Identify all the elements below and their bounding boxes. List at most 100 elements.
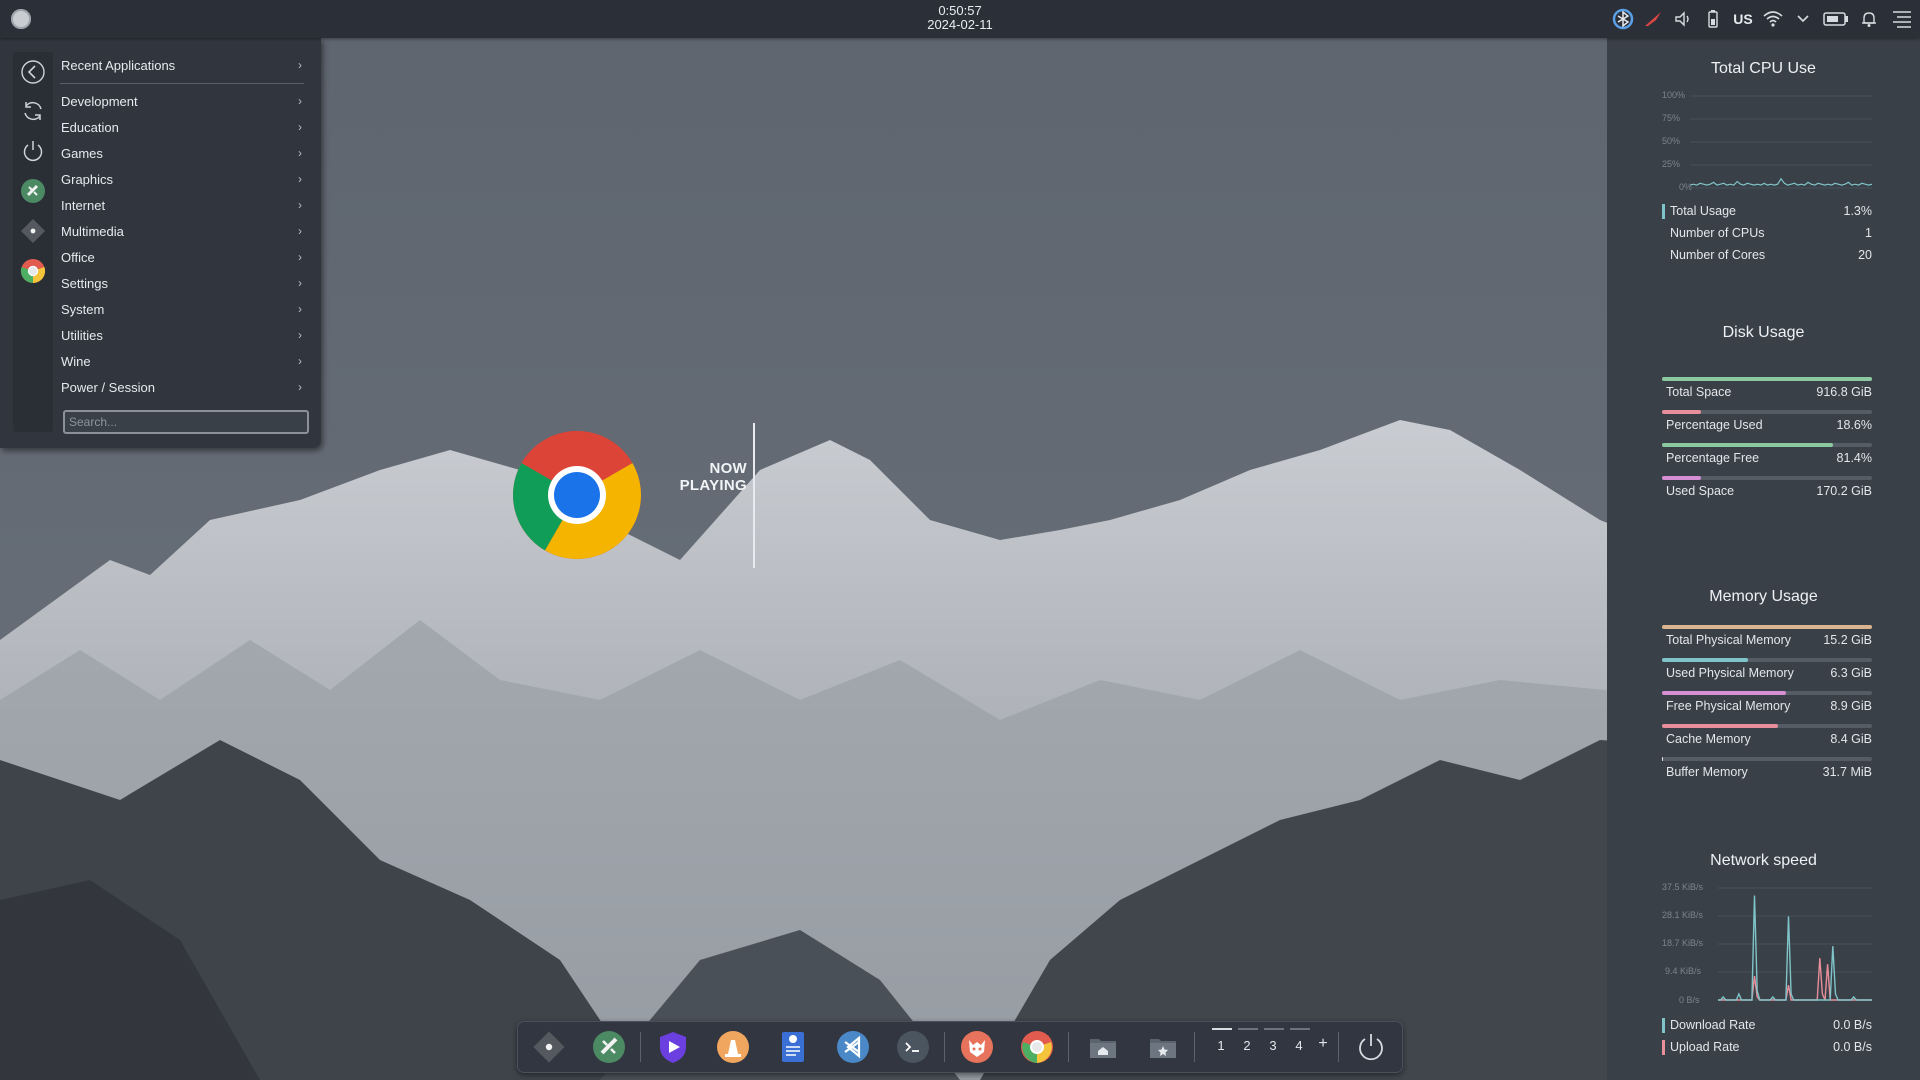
battery-icon[interactable] [1818,0,1854,38]
menu-item-graphics[interactable]: Graphics › [54,166,306,192]
memory-title: Memory Usage [1709,588,1818,605]
stat-label: Number of Cores [1670,248,1766,262]
stat-value: 8.4 GiB [1830,732,1872,746]
app-grey-icon[interactable] [18,216,48,246]
keyboard-layout[interactable]: US [1728,0,1758,38]
workspace-3[interactable]: 3 [1264,1038,1282,1053]
network-history-graph [1718,887,1872,1001]
menu-item-label: Utilities [61,327,103,343]
stat-label: Percentage Used [1666,418,1763,432]
app-green-icon[interactable] [592,1030,626,1064]
cpu-graph: 100% 75% 50% 25% 0% [1662,90,1872,192]
home-folder-icon[interactable] [1086,1030,1120,1064]
stat-label: Total Physical Memory [1666,633,1792,647]
notifications-icon[interactable] [1854,0,1884,38]
starred-folder-icon[interactable] [1146,1030,1180,1064]
menu-item-settings[interactable]: Settings › [54,270,306,296]
battery-device-icon[interactable] [1698,0,1728,38]
menu-item-internet[interactable]: Internet › [54,192,306,218]
vlc-icon[interactable] [716,1030,750,1064]
memory-bar-fill [1662,625,1872,629]
menu-search-input[interactable] [63,410,309,434]
workspace-1[interactable]: 1 [1212,1038,1230,1053]
menu-item-system[interactable]: System › [54,296,306,322]
menu-item-label: System [61,301,105,317]
back-icon[interactable] [18,57,48,87]
menu-item-label: Development [61,93,138,109]
network-row-download: Download Rate 0.0 B/s [1662,1018,1872,1034]
menu-item-label: Multimedia [61,223,124,239]
stat-value: 1 [1865,226,1872,240]
menu-item-wine[interactable]: Wine › [54,348,306,374]
now-playing-label: NOW PLAYING [680,460,747,494]
memory-row: Buffer Memory 31.7 MiB [1662,765,1872,781]
cpu-axis-label: 75% [1662,113,1681,123]
disk-row: Total Space 916.8 GiB [1662,385,1872,401]
menu-item-development[interactable]: Development › [54,88,306,114]
chrome-icon[interactable] [18,256,48,286]
dock-separator [1194,1032,1195,1062]
stat-label: Used Space [1666,484,1735,498]
memory-row: Cache Memory 8.4 GiB [1662,732,1872,748]
terminal-icon[interactable] [896,1030,930,1064]
memory-row: Used Physical Memory 6.3 GiB [1662,666,1872,682]
clock[interactable]: 0:50:57 2024-02-11 [880,4,1040,32]
power-icon[interactable] [18,136,48,166]
disk-bar-fill [1662,377,1872,381]
wifi-icon[interactable] [1758,0,1788,38]
chevron-down-icon[interactable] [1788,0,1818,38]
menu-item-label: Recent Applications [61,57,176,73]
cpu-axis-label: 100% [1662,90,1686,100]
menu-item-education[interactable]: Education › [54,114,306,140]
power-icon[interactable] [1354,1030,1388,1064]
menu-item-power-session[interactable]: Power / Session › [54,374,306,400]
chrome-icon[interactable] [1020,1030,1054,1064]
chrome-icon[interactable] [512,430,642,560]
bluetooth-icon[interactable] [1608,0,1638,38]
menu-item-office[interactable]: Office › [54,244,306,270]
launcher-button[interactable] [11,9,31,29]
menu-item-utilities[interactable]: Utilities › [54,322,306,348]
menu-item-multimedia[interactable]: Multimedia › [54,218,306,244]
app-green-icon[interactable] [18,176,48,206]
menu-item-label: Wine [61,353,91,369]
menu-item-label: Office [61,249,95,265]
workspace-2[interactable]: 2 [1238,1038,1256,1053]
text-editor-icon[interactable] [776,1030,810,1064]
refresh-icon[interactable] [18,96,48,126]
network-title: Network speed [1710,852,1817,869]
app-grey-icon[interactable] [532,1030,566,1064]
stat-label: Total Space [1666,385,1732,399]
firefox-icon[interactable] [960,1030,994,1064]
stat-label: Free Physical Memory [1666,699,1791,713]
stat-value: 81.4% [1836,451,1872,465]
stat-value: 916.8 GiB [1816,385,1872,399]
stat-label: Buffer Memory [1666,765,1748,779]
disk-bar-fill [1662,476,1702,480]
chevron-right-icon: › [298,354,302,368]
menu-item-games[interactable]: Games › [54,140,306,166]
cpu-series-line [1690,177,1872,186]
menu-icon[interactable] [1884,0,1920,38]
dock-separator [1068,1032,1069,1062]
memory-bar [1662,757,1872,761]
stat-label: Upload Rate [1670,1040,1740,1054]
menu-item-label: Internet [61,197,106,213]
vscode-icon[interactable] [836,1030,870,1064]
disk-bar-fill [1662,410,1702,414]
menu-item-recent-applications[interactable]: Recent Applications › [54,52,306,78]
disk-row: Percentage Free 81.4% [1662,451,1872,467]
top-panel: 0:50:57 2024-02-11 US [0,0,1920,38]
series-marker [1662,204,1665,219]
stat-label: Percentage Free [1666,451,1760,465]
workspace-4[interactable]: 4 [1290,1038,1308,1053]
shield-player-icon[interactable] [656,1030,690,1064]
network-axis-label: 37.5 KiB/s [1662,882,1704,892]
redshift-icon[interactable] [1638,0,1668,38]
now-playing-divider [753,423,755,568]
disk-bar [1662,476,1872,480]
volume-icon[interactable] [1668,0,1698,38]
add-workspace-button[interactable]: + [1314,1035,1332,1053]
stat-label: Used Physical Memory [1666,666,1794,680]
menu-item-label: Power / Session [61,379,155,395]
